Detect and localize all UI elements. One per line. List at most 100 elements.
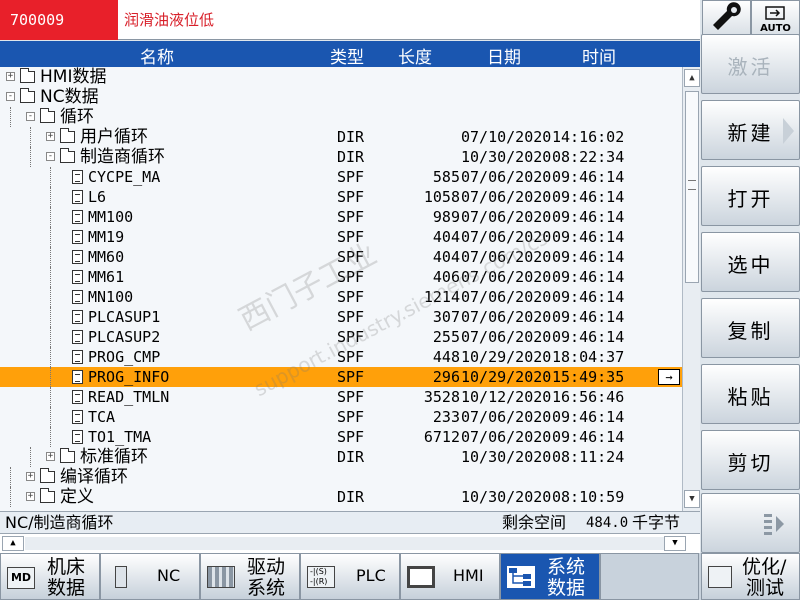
folder-row[interactable]: + HMI数据 <box>0 67 682 87</box>
horizontal-track[interactable] <box>25 537 675 550</box>
scroll-down-button[interactable]: ▼ <box>684 490 700 508</box>
enter-arrow-icon[interactable]: → <box>658 369 680 385</box>
collapse-icon[interactable]: - <box>46 152 55 161</box>
optimize-test-button[interactable]: 优化/ 测试 <box>701 553 800 600</box>
file-row[interactable]: READ_TMLN SPF 3528 10/12/2020 16:56:46 <box>0 387 682 407</box>
item-name: MM19 <box>88 228 125 246</box>
item-type: SPF <box>337 288 365 306</box>
scroll-right-button[interactable]: ▼ <box>664 536 686 551</box>
file-row[interactable]: PLCASUP2 SPF 255 07/06/2020 09:46:14 <box>0 327 682 347</box>
item-type: DIR <box>337 448 365 466</box>
tree-connector <box>10 107 11 127</box>
folder-row[interactable]: + 用户循环 DIR 07/10/2020 14:16:02 <box>0 127 682 147</box>
item-type: SPF <box>337 308 365 326</box>
drive-system-button[interactable]: 驱动 系统 <box>200 553 300 600</box>
machine-data-label-1: 机床 <box>47 556 86 578</box>
item-length: 404 <box>432 248 460 266</box>
item-date: 10/30/2020 <box>461 488 552 506</box>
machine-data-button[interactable]: MD 机床 数据 <box>0 553 100 600</box>
column-type[interactable]: 类型 <box>330 43 364 68</box>
softkey-1[interactable]: 新建 <box>701 100 800 160</box>
softkey-6[interactable]: 剪切 <box>701 430 800 490</box>
free-space-unit: 千字节 <box>632 513 681 532</box>
submenu-arrow-icon <box>783 118 794 144</box>
softkey-4[interactable]: 复制 <box>701 298 800 358</box>
softkey-3[interactable]: 选中 <box>701 232 800 292</box>
nc-label: NC <box>157 566 181 585</box>
item-name: 用户循环 <box>80 127 148 147</box>
file-row[interactable]: TCA SPF 233 07/06/2020 09:46:14 <box>0 407 682 427</box>
file-icon <box>72 430 83 444</box>
folder-row[interactable]: - 循环 <box>0 107 682 127</box>
item-name: 制造商循环 <box>80 147 165 167</box>
item-name: 定义 <box>60 487 94 507</box>
column-time[interactable]: 时间 <box>582 43 616 68</box>
open-folder-icon <box>60 148 75 163</box>
folder-row[interactable]: + 标准循环 DIR 10/30/2020 08:11:24 <box>0 447 682 467</box>
expand-icon[interactable]: + <box>6 72 15 81</box>
folder-row[interactable]: + 编译循环 <box>0 467 682 487</box>
file-tree[interactable]: + HMI数据 - NC数据 - 循环 + 用户循环 DIR 07/10/2020 14:16:02… <box>0 67 682 511</box>
file-icon <box>72 290 83 304</box>
softkey-5[interactable]: 粘贴 <box>701 364 800 424</box>
folder-row[interactable]: + 定义 DIR 10/30/2020 08:10:59 <box>0 487 682 507</box>
item-time: 08:11:24 <box>552 448 625 466</box>
file-row[interactable]: MN100 SPF 1214 07/06/2020 09:46:14 <box>0 287 682 307</box>
file-icon <box>72 350 83 364</box>
item-name: READ_TMLN <box>88 388 170 406</box>
open-folder-icon <box>40 108 55 123</box>
file-row[interactable]: CYCPE_MA SPF 585 07/06/2020 09:46:14 <box>0 167 682 187</box>
file-row[interactable]: TO1_TMA SPF 6712 07/06/2020 09:46:14 <box>0 427 682 447</box>
file-row[interactable]: L6 SPF 1058 07/06/2020 09:46:14 <box>0 187 682 207</box>
optimize-icon <box>708 566 732 588</box>
folder-row[interactable]: - NC数据 <box>0 87 682 107</box>
item-type: SPF <box>337 428 365 446</box>
item-time: 08:22:34 <box>552 148 625 166</box>
item-name: PLCASUP1 <box>88 308 161 326</box>
file-icon <box>72 370 83 384</box>
file-row[interactable]: MM61 SPF 406 07/06/2020 09:46:14 <box>0 267 682 287</box>
column-length[interactable]: 长度 <box>398 43 432 68</box>
folder-row[interactable]: - 制造商循环 DIR 10/30/2020 08:22:34 <box>0 147 682 167</box>
item-length: 1214 <box>423 288 460 306</box>
file-row[interactable]: MM19 SPF 404 07/06/2020 09:46:14 <box>0 227 682 247</box>
scroll-left-button[interactable]: ▲ <box>2 536 24 551</box>
drive-label-1: 驱动 <box>247 556 286 578</box>
vertical-scrollbar[interactable]: ▲ ▼ <box>682 67 700 511</box>
expand-icon[interactable]: + <box>46 132 55 141</box>
collapse-icon[interactable]: - <box>6 92 15 101</box>
status-bar: NC/制造商循环 剩余空间 484.0 千字节 <box>0 511 700 533</box>
softkey-0[interactable]: 激活 <box>701 34 800 94</box>
md-icon: MD <box>7 567 35 589</box>
item-length: 585 <box>432 168 460 186</box>
file-row[interactable]: PLCASUP1 SPF 307 07/06/2020 09:46:14 <box>0 307 682 327</box>
horizontal-scrollbar[interactable]: ▲ ▼ <box>0 533 700 553</box>
item-date: 07/06/2020 <box>461 408 552 426</box>
file-row[interactable]: PROG_INFO SPF 296 10/29/2020 15:49:35 → <box>0 367 682 387</box>
column-date[interactable]: 日期 <box>487 43 521 68</box>
expand-icon[interactable]: + <box>26 492 35 501</box>
hmi-button[interactable]: HMI <box>400 553 500 600</box>
file-row[interactable]: MM100 SPF 989 07/06/2020 09:46:14 <box>0 207 682 227</box>
item-date: 07/06/2020 <box>461 208 552 226</box>
expand-icon[interactable]: + <box>26 472 35 481</box>
scroll-thumb[interactable] <box>685 91 699 283</box>
softkey-2[interactable]: 打开 <box>701 166 800 226</box>
item-name: MM100 <box>88 208 134 226</box>
nc-button[interactable]: NC <box>100 553 200 600</box>
collapse-icon[interactable]: - <box>26 112 35 121</box>
file-row[interactable]: MM60 SPF 404 07/06/2020 09:46:14 <box>0 247 682 267</box>
file-row[interactable]: PROG_CMP SPF 448 10/29/2020 18:04:37 <box>0 347 682 367</box>
plc-button[interactable]: -|(S) -|(R) PLC <box>300 553 400 600</box>
scroll-up-button[interactable]: ▲ <box>684 69 700 87</box>
expand-icon[interactable]: + <box>46 452 55 461</box>
column-name[interactable]: 名称 <box>140 43 174 68</box>
item-date: 07/06/2020 <box>461 328 552 346</box>
tree-connector <box>50 267 51 287</box>
softkey-more[interactable] <box>701 493 800 553</box>
softkey-label: 剪切 <box>727 451 774 475</box>
free-space-label: 剩余空间 <box>502 513 567 532</box>
item-time: 14:16:02 <box>552 128 625 146</box>
system-data-button[interactable]: 系统 数据 <box>500 553 600 600</box>
tree-connector <box>50 327 51 347</box>
